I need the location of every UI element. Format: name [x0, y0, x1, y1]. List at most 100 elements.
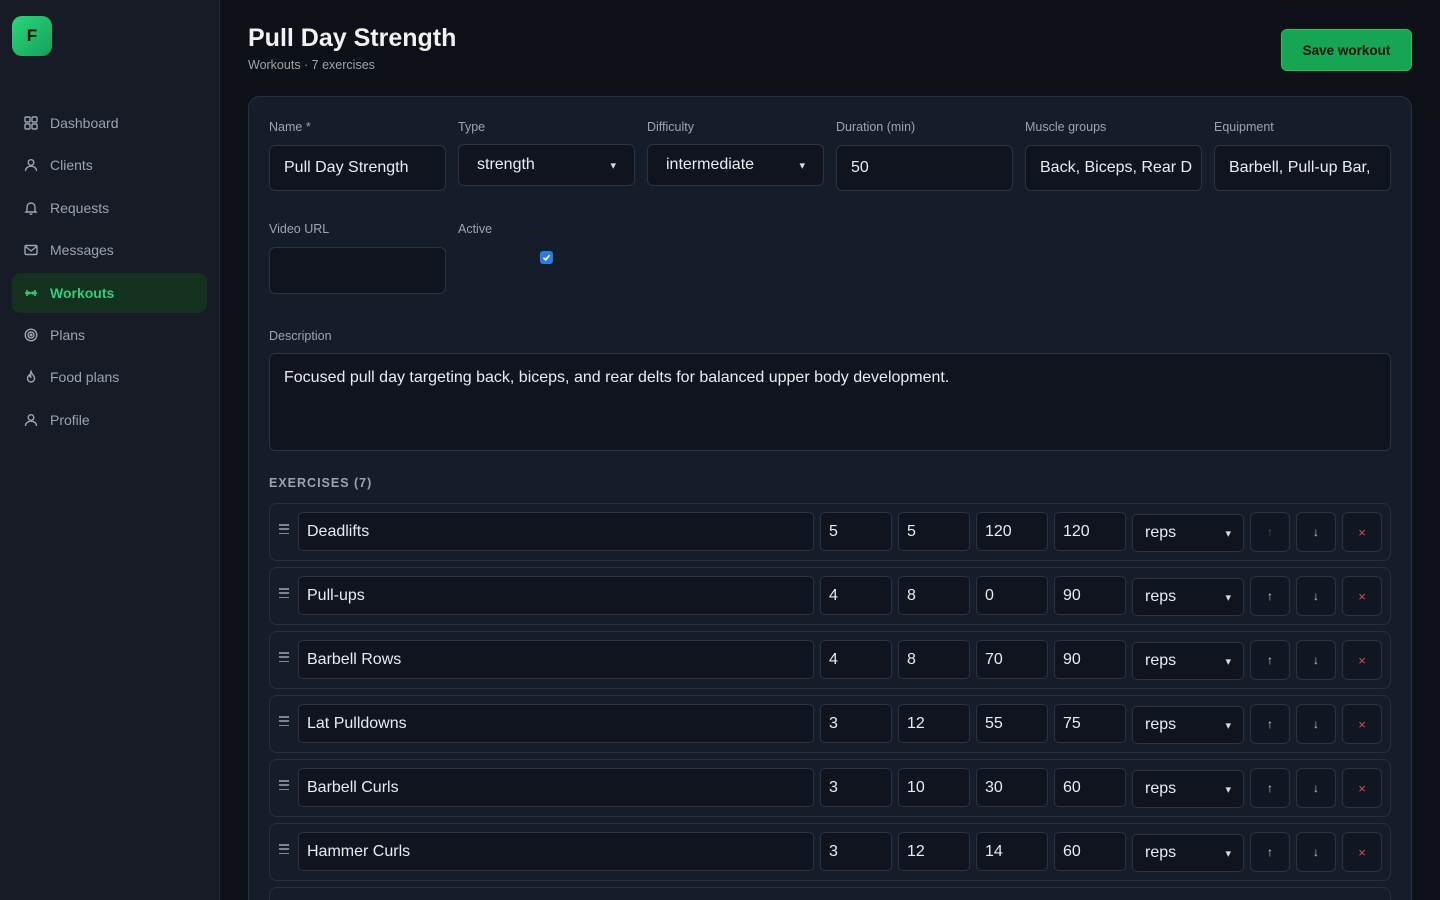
exercise-rest-input[interactable]: 60: [1054, 832, 1126, 871]
exercise-sets-input[interactable]: 3: [820, 768, 892, 807]
sidebar-item-label: Dashboard: [50, 115, 119, 131]
exercise-rest-input[interactable]: 60: [1054, 768, 1126, 807]
exercise-unit-value: reps: [1145, 588, 1177, 605]
type-select[interactable]: strength ▾: [458, 144, 635, 186]
exercise-rest-input[interactable]: 75: [1054, 704, 1126, 743]
exercise-unit-select[interactable]: reps ▾: [1132, 834, 1244, 872]
exercise-weight-input[interactable]: 14: [976, 832, 1048, 871]
exercise-rest-input[interactable]: 120: [1054, 512, 1126, 551]
move-down-button[interactable]: ↓: [1296, 704, 1336, 744]
arrow-up-icon: ↑: [1267, 589, 1273, 603]
sidebar-item-dashboard[interactable]: Dashboard: [12, 103, 207, 143]
exercise-name-input[interactable]: Barbell Curls: [298, 768, 814, 807]
close-icon: ×: [1358, 780, 1366, 796]
exercise-name-input[interactable]: Pull-ups: [298, 576, 814, 615]
exercise-name-input[interactable]: Barbell Rows: [298, 640, 814, 679]
exercise-name-input[interactable]: Lat Pulldowns: [298, 704, 814, 743]
exercise-unit-value: reps: [1145, 716, 1177, 733]
exercise-weight-input[interactable]: 30: [976, 768, 1048, 807]
exercise-name-input[interactable]: Hammer Curls: [298, 832, 814, 871]
exercise-reps-input[interactable]: 8: [898, 640, 970, 679]
app-logo[interactable]: F: [12, 16, 52, 56]
active-label: Active: [458, 222, 493, 236]
delete-exercise-button[interactable]: ×: [1342, 512, 1382, 552]
arrow-down-icon: ↓: [1313, 589, 1319, 603]
drag-handle-icon[interactable]: [279, 844, 289, 854]
delete-exercise-button[interactable]: ×: [1342, 704, 1382, 744]
exercise-reps-input[interactable]: 12: [898, 832, 970, 871]
difficulty-select-value: intermediate: [666, 156, 755, 173]
duration-input[interactable]: 50: [836, 145, 1013, 191]
delete-exercise-button[interactable]: ×: [1342, 768, 1382, 808]
move-up-button[interactable]: ↑: [1250, 832, 1290, 872]
exercise-unit-select[interactable]: reps ▾: [1132, 770, 1244, 808]
exercise-sets-input[interactable]: 3: [820, 704, 892, 743]
exercise-name-input[interactable]: Deadlifts: [298, 512, 814, 551]
sidebar-item-messages[interactable]: Messages: [12, 230, 207, 270]
exercise-reps-input[interactable]: 8: [898, 576, 970, 615]
sidebar-item-label: Messages: [50, 242, 114, 259]
sidebar-item-workouts[interactable]: Workouts: [12, 272, 207, 313]
move-up-button[interactable]: ↑: [1250, 512, 1290, 552]
move-down-button[interactable]: ↓: [1296, 832, 1336, 872]
exercises-section-title: EXERCISES (7): [269, 476, 373, 490]
save-workout-button[interactable]: Save workout: [1281, 29, 1412, 71]
exercise-weight-input[interactable]: 120: [976, 512, 1048, 551]
exercise-unit-value: reps: [1145, 844, 1177, 861]
move-down-button[interactable]: ↓: [1296, 576, 1336, 616]
exercise-sets-input[interactable]: 4: [820, 640, 892, 679]
exercise-weight-input[interactable]: 70: [976, 640, 1048, 679]
move-down-button[interactable]: ↓: [1296, 640, 1336, 680]
exercise-sets-input[interactable]: 4: [820, 576, 892, 615]
exercise-weight-input[interactable]: 0: [976, 576, 1048, 615]
exercise-sets-input[interactable]: 5: [820, 512, 892, 551]
video-url-input[interactable]: [269, 247, 446, 294]
sidebar-item-label: Plans: [50, 326, 86, 343]
chevron-down-icon: ▾: [1225, 847, 1231, 860]
sidebar-item-requests[interactable]: Requests: [12, 188, 207, 228]
description-label: Description: [269, 329, 332, 343]
breadcrumb: Workouts · 7 exercises: [248, 58, 375, 72]
exercise-reps-input[interactable]: 5: [898, 512, 970, 551]
sidebar-item-clients[interactable]: Clients: [12, 145, 207, 185]
close-icon: ×: [1358, 652, 1366, 668]
delete-exercise-button[interactable]: ×: [1342, 832, 1382, 872]
user-icon: [24, 413, 38, 427]
exercise-reps-input[interactable]: 12: [898, 704, 970, 743]
grid-icon: [24, 116, 38, 130]
drag-handle-icon[interactable]: [279, 588, 289, 598]
exercise-reps-input[interactable]: 10: [898, 768, 970, 807]
close-icon: ×: [1358, 716, 1366, 732]
move-down-button[interactable]: ↓: [1296, 768, 1336, 808]
drag-handle-icon[interactable]: [279, 780, 289, 790]
exercise-rest-input[interactable]: 90: [1054, 576, 1126, 615]
name-input[interactable]: Pull Day Strength: [269, 145, 446, 191]
close-icon: ×: [1358, 588, 1366, 604]
exercise-unit-select[interactable]: reps ▾: [1132, 514, 1244, 552]
exercise-rest-input[interactable]: 90: [1054, 640, 1126, 679]
exercise-unit-value: reps: [1145, 780, 1177, 797]
equipment-input[interactable]: Barbell, Pull-up Bar,: [1214, 145, 1391, 191]
active-checkbox[interactable]: [540, 251, 553, 264]
exercise-unit-select[interactable]: reps ▾: [1132, 642, 1244, 680]
sidebar-item-plans[interactable]: Plans: [12, 315, 207, 355]
sidebar-item-food-plans[interactable]: Food plans: [12, 357, 207, 397]
sidebar-item-profile[interactable]: Profile: [12, 400, 207, 440]
move-up-button[interactable]: ↑: [1250, 576, 1290, 616]
exercise-unit-select[interactable]: reps ▾: [1132, 578, 1244, 616]
move-up-button[interactable]: ↑: [1250, 704, 1290, 744]
drag-handle-icon[interactable]: [279, 716, 289, 726]
delete-exercise-button[interactable]: ×: [1342, 576, 1382, 616]
move-up-button[interactable]: ↑: [1250, 640, 1290, 680]
drag-handle-icon[interactable]: [279, 652, 289, 662]
difficulty-select[interactable]: intermediate ▾: [647, 144, 824, 186]
move-down-button[interactable]: ↓: [1296, 512, 1336, 552]
drag-handle-icon[interactable]: [279, 524, 289, 534]
description-textarea[interactable]: Focused pull day targeting back, biceps,…: [269, 353, 1391, 451]
delete-exercise-button[interactable]: ×: [1342, 640, 1382, 680]
exercise-weight-input[interactable]: 55: [976, 704, 1048, 743]
exercise-sets-input[interactable]: 3: [820, 832, 892, 871]
muscle-groups-input[interactable]: Back, Biceps, Rear D: [1025, 145, 1202, 191]
exercise-unit-select[interactable]: reps ▾: [1132, 706, 1244, 744]
move-up-button[interactable]: ↑: [1250, 768, 1290, 808]
